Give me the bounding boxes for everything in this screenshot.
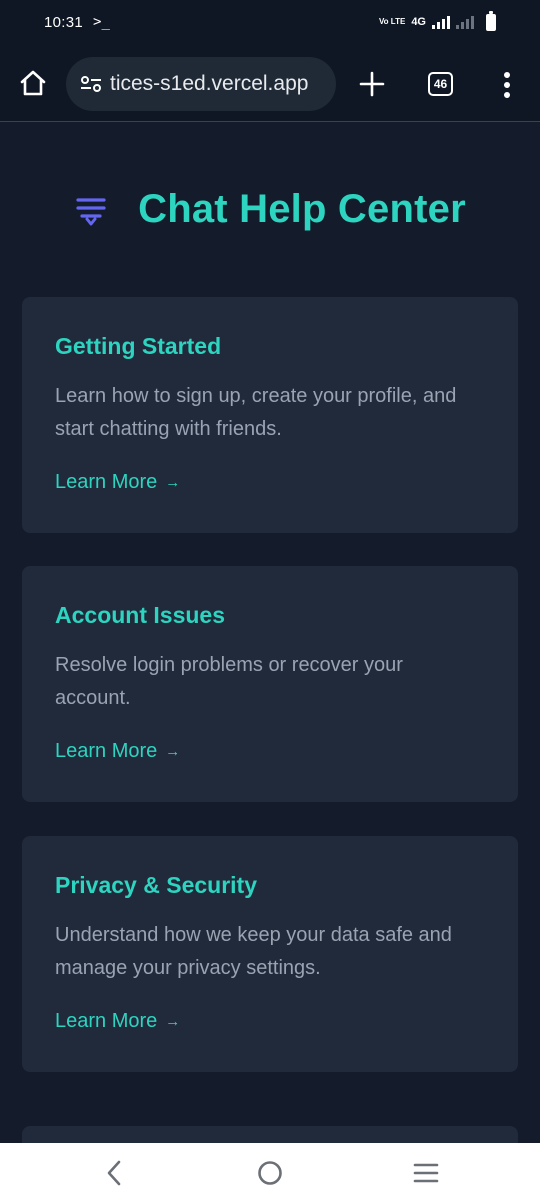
site-settings-icon[interactable] [80, 75, 102, 93]
filter-lines-icon [76, 198, 106, 226]
help-card-privacy-security: Privacy & Security Understand how we kee… [22, 836, 518, 1072]
more-vert-icon[interactable] [500, 70, 514, 100]
status-bar: 10:31 >_ Vo LTE 4G [0, 0, 540, 44]
help-card-partial [22, 1126, 518, 1143]
page-header: Chat Help Center [0, 179, 540, 239]
browser-toolbar: tices-s1ed.vercel.app 46 [0, 44, 540, 122]
card-description: Resolve login problems or recover your a… [55, 654, 403, 709]
battery-icon [486, 10, 496, 31]
status-indicators: Vo LTE 4G [378, 10, 496, 31]
volte-icon: Vo LTE [378, 17, 406, 26]
tab-count: 46 [433, 77, 448, 91]
terminal-icon: >_ [93, 14, 110, 30]
card-title: Getting Started [55, 333, 222, 359]
status-time: 10:31 [44, 13, 84, 31]
arrow-right-icon: → [165, 474, 181, 491]
card-title: Privacy & Security [55, 872, 258, 898]
learn-more-link[interactable]: Learn More → [55, 1010, 180, 1033]
card-title: Account Issues [55, 602, 225, 628]
card-description: Understand how we keep your data safe an… [55, 924, 452, 979]
page-title: Chat Help Center [138, 186, 466, 231]
arrow-right-icon: → [165, 1013, 181, 1030]
url-text[interactable]: tices-s1ed.vercel.app [110, 72, 308, 96]
learn-more-label[interactable]: Learn More [55, 471, 157, 494]
back-icon[interactable] [98, 1157, 130, 1189]
learn-more-label[interactable]: Learn More [55, 740, 157, 763]
tab-switcher-icon[interactable]: 46 [428, 72, 453, 96]
home-circle-icon[interactable] [254, 1157, 286, 1189]
arrow-right-icon: → [165, 743, 181, 760]
address-bar[interactable]: tices-s1ed.vercel.app [66, 57, 336, 111]
network-type: 4G [411, 16, 426, 28]
signal-secondary-icon [456, 15, 474, 29]
home-icon[interactable] [18, 68, 48, 98]
recents-icon[interactable] [410, 1157, 442, 1189]
learn-more-link[interactable]: Learn More → [55, 740, 180, 763]
signal-icon [432, 15, 450, 29]
learn-more-label[interactable]: Learn More [55, 1010, 157, 1033]
help-card-account-issues: Account Issues Resolve login problems or… [22, 566, 518, 802]
page-content: Chat Help Center Getting Started Learn h… [0, 123, 540, 1143]
system-nav-bar [0, 1143, 540, 1202]
help-card-getting-started: Getting Started Learn how to sign up, cr… [22, 297, 518, 533]
card-description: Learn how to sign up, create your profil… [55, 385, 457, 440]
learn-more-link[interactable]: Learn More → [55, 471, 180, 494]
new-tab-icon[interactable] [358, 70, 386, 98]
